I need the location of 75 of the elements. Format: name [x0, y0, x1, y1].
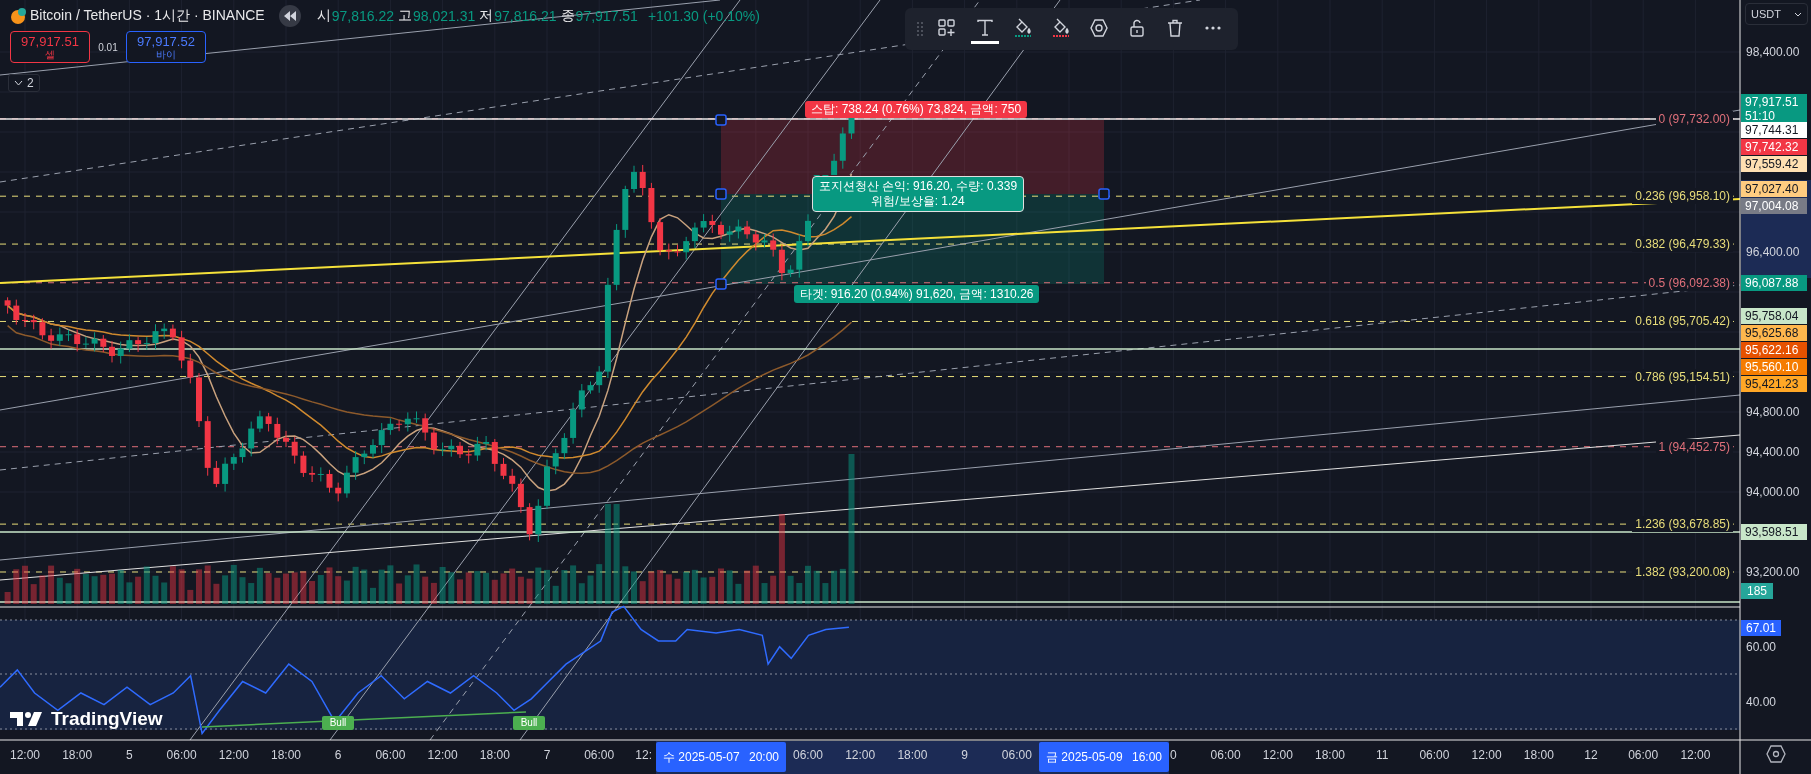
position-summary: 포지션청산 손익: 916.20, 수량: 0.339 위험/보상율: 1.24	[812, 176, 1025, 212]
volume-tag: 185	[1741, 583, 1774, 599]
time-label: 7	[542, 747, 552, 763]
marker-time: 16:00	[1131, 750, 1162, 764]
time-label: 5	[125, 747, 134, 763]
buy-button[interactable]: 97,917.52 바이	[126, 31, 206, 63]
time-label: 06:00	[165, 747, 198, 763]
signal-label: Bull	[322, 716, 354, 730]
fib-level-label: 0.5 (96,092.38)	[1645, 274, 1733, 291]
time-label: 12:00	[1470, 747, 1503, 763]
price-tick: 94,400.00	[1746, 444, 1800, 460]
price-tag: 97,917.51 51:10	[1741, 94, 1807, 125]
fib-level-label: 1.382 (93,200.08)	[1632, 564, 1733, 580]
time-label: 6	[333, 747, 343, 763]
indicators-toggle[interactable]: 2	[8, 74, 40, 92]
time-label: 12:00	[1679, 747, 1712, 763]
time-label: 18:00	[1522, 747, 1555, 763]
time-label: 12	[1583, 747, 1599, 763]
ohlc-value: 97,816.21	[494, 8, 557, 24]
ohlc-label: 종	[560, 7, 575, 25]
fib-level-label: 0.786 (95,154.51)	[1632, 368, 1733, 385]
time-label: 06:00	[583, 747, 616, 763]
time-label: 18:00	[1314, 747, 1346, 763]
time-label: 12:00	[9, 747, 41, 763]
time-label: 12:00	[1261, 747, 1294, 763]
ohlc-value: 98,021.31	[413, 8, 476, 24]
time-label: 06:00	[1627, 747, 1660, 763]
sell-button[interactable]: 97,917.51 셀	[10, 31, 90, 63]
price-tag: 97,559.42	[1741, 156, 1807, 173]
price-tick: 94,000.00	[1746, 484, 1800, 500]
symbol-title[interactable]: Bitcoin / TetherUS · 1시간 · BINANCE	[30, 7, 265, 25]
stop-label: 스탑: 738.24 (0.76%) 73,824, 금액: 750	[805, 101, 1028, 118]
ohlc-label: 저	[479, 7, 494, 25]
marker-time: 20:00	[748, 750, 779, 764]
fib-level-label: 1 (94,452.75)	[1655, 438, 1733, 455]
time-label: 12:00	[426, 747, 459, 763]
time-label: 12:00	[844, 747, 877, 763]
marker-date: 금 2025-05-09	[1046, 748, 1123, 766]
time-label: 06:00	[374, 747, 407, 763]
price-tag: 97,742.32	[1741, 139, 1807, 156]
logo-text: TradingView	[51, 708, 163, 730]
price-tick: 98,400.00	[1746, 44, 1800, 60]
marker-date: 수 2025-05-07	[663, 748, 740, 766]
price-tag: 97,744.31	[1741, 122, 1807, 139]
ohlc-value: 97,816.22	[331, 8, 394, 24]
currency-dropdown[interactable]: USDT	[1745, 3, 1808, 25]
time-label: 06:00	[1209, 747, 1242, 763]
time-label: 12:00	[217, 747, 250, 763]
time-label: 06:00	[1418, 747, 1451, 763]
time-label: 18:00	[478, 747, 511, 763]
fib-level-label: 0 (97,732.00)	[1655, 110, 1733, 127]
ohlc-label: 고	[398, 7, 412, 25]
time-label: 0	[1170, 747, 1178, 763]
spread-value: 0.01	[98, 41, 118, 53]
time-label: 18:00	[270, 747, 302, 763]
time-label: 18:00	[61, 747, 94, 763]
rsi-tick: 60.00	[1746, 639, 1777, 655]
fib-level-label: 1.236 (93,678.85)	[1632, 516, 1733, 533]
time-label: 06:00	[792, 747, 824, 763]
signal-label: Bull	[513, 716, 545, 730]
price-tick: 94,800.00	[1746, 404, 1800, 420]
price-tick: 96,400.00	[1746, 244, 1800, 260]
fib-level-label: 0.382 (96,479.33)	[1632, 236, 1733, 253]
fib-level-label: 0.618 (95,705.42)	[1632, 313, 1733, 330]
time-label: 9	[960, 747, 969, 763]
price-change: +101.30 (+0.10%)	[647, 8, 760, 24]
price-tick: 93,200.00	[1746, 564, 1800, 580]
ohlc-label: 시	[316, 7, 331, 25]
ohlc-value: 97,917.51	[575, 8, 638, 24]
fib-level-label: 0.236 (96,958.10)	[1632, 188, 1733, 205]
time-label: 06:00	[1000, 747, 1033, 763]
time-label: 18:00	[896, 747, 929, 763]
target-label: 타겟: 916.20 (0.94%) 91,620, 금액: 1310.26	[794, 285, 1040, 303]
rsi-tick: 40.00	[1746, 694, 1777, 710]
time-label: 11	[1374, 747, 1390, 763]
